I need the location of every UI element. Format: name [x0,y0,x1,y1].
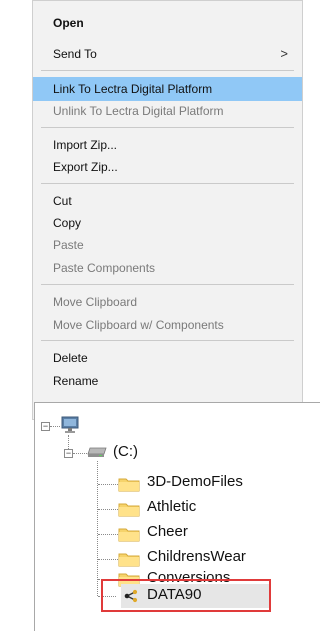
collapse-icon[interactable]: − [41,422,50,431]
menu-separator [41,340,294,341]
menu-item-move-clipboard-components[interactable]: Move Clipboard w/ Components [33,313,302,337]
folder-icon [118,528,140,542]
folder-icon [118,553,140,567]
menu-item-paste[interactable]: Paste [33,233,302,257]
menu-item-link-lectra[interactable]: Link To Lectra Digital Platform [33,77,302,101]
tree-item-label[interactable]: 3D-DemoFiles [147,473,243,490]
menu-separator [41,127,294,128]
menu-item-export-zip[interactable]: Export Zip... [33,155,302,179]
tree-item-label[interactable]: Cheer [147,523,188,540]
drive-label[interactable]: (C:) [113,443,138,460]
menu-item-open[interactable]: Open [33,11,302,35]
tree-item-label[interactable]: Athletic [147,498,196,515]
drive-icon[interactable] [86,445,108,459]
computer-icon[interactable] [59,415,81,435]
folder-tree: − − (C:) 3D-DemoFiles Athletic Cheer Chi… [34,402,320,631]
menu-separator [41,70,294,71]
menu-item-label: Send To [53,47,97,61]
tree-item-label[interactable]: ChildrensWear [147,548,246,565]
menu-separator [41,183,294,184]
menu-item-cut[interactable]: Cut [33,189,302,213]
menu-item-unlink-lectra[interactable]: Unlink To Lectra Digital Platform [33,99,302,123]
folder-icon [118,478,140,492]
highlight-box [101,579,271,612]
menu-item-paste-components[interactable]: Paste Components [33,256,302,280]
menu-item-move-clipboard[interactable]: Move Clipboard [33,290,302,314]
menu-item-copy[interactable]: Copy [33,211,302,235]
folder-icon [118,503,140,517]
menu-item-import-zip[interactable]: Import Zip... [33,133,302,157]
menu-item-send-to[interactable]: Send To > [33,42,302,66]
menu-item-rename[interactable]: Rename [33,369,302,393]
context-menu: Open Send To > Link To Lectra Digital Pl… [32,0,303,420]
collapse-icon[interactable]: − [64,449,73,458]
menu-separator [41,284,294,285]
menu-item-delete[interactable]: Delete [33,346,302,370]
chevron-right-icon: > [280,46,288,61]
